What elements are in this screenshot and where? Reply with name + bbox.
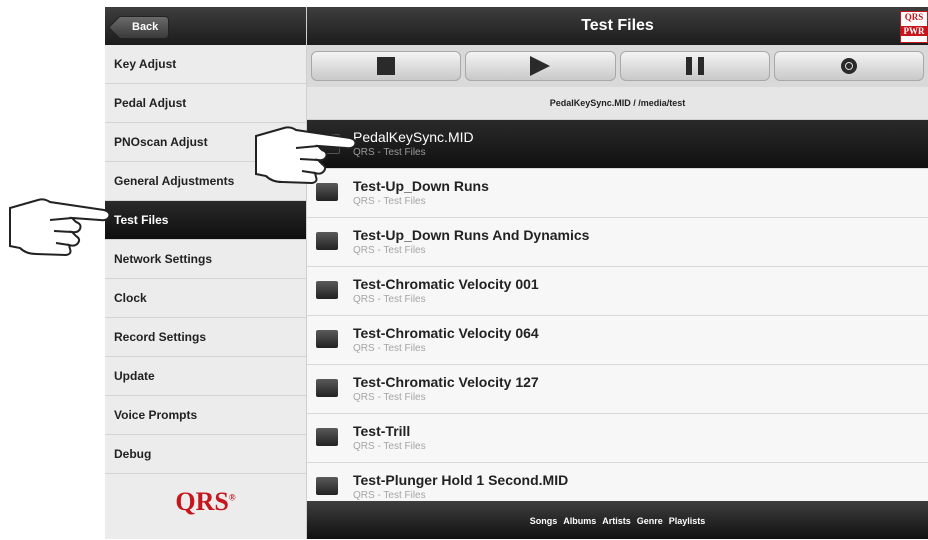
sidebar-item-update[interactable]: Update xyxy=(105,357,306,396)
file-row[interactable]: Test-Chromatic Velocity 127 QRS - Test Fi… xyxy=(307,365,928,414)
back-button[interactable]: Back xyxy=(117,16,170,39)
file-list: PedalKeySync.MID QRS - Test Files Test-Up_… xyxy=(307,120,928,512)
title-bar: Test Files QRS PWR xyxy=(307,7,928,45)
file-row[interactable]: Test-Trill QRS - Test Files xyxy=(307,414,928,463)
back-button-label: Back xyxy=(132,21,159,33)
file-title: PedalKeySync.MID xyxy=(353,129,474,145)
file-title: Test-Chromatic Velocity 001 xyxy=(353,276,539,292)
page-title: Test Files xyxy=(581,17,654,34)
bottom-tab-bar: Songs Albums Artists Genre Playlists xyxy=(307,501,928,539)
sidebar-item-network-settings[interactable]: Network Settings xyxy=(105,240,306,279)
stop-icon xyxy=(377,57,396,75)
pointing-hand-icon xyxy=(255,126,357,185)
file-thumbnail-icon xyxy=(316,330,338,348)
pointing-hand-icon xyxy=(9,198,111,257)
play-icon xyxy=(530,56,551,76)
tab-songs[interactable]: Songs xyxy=(530,516,558,526)
file-title: Test-Chromatic Velocity 127 xyxy=(353,374,539,390)
qrs-logo: QRS® xyxy=(175,487,236,516)
play-button[interactable] xyxy=(465,51,616,81)
app-window: Back Key Adjust Pedal Adjust PNOscan Adjus… xyxy=(105,7,928,539)
file-row[interactable]: Test-Chromatic Velocity 001 QRS - Test Fi… xyxy=(307,267,928,316)
file-row[interactable]: Test-Up_Down Runs QRS - Test Files xyxy=(307,169,928,218)
volume-button[interactable] xyxy=(773,51,924,81)
file-row[interactable]: PedalKeySync.MID QRS - Test Files xyxy=(307,120,928,169)
file-title: Test-Up_Down Runs And Dynamics xyxy=(353,227,590,243)
file-subtitle: QRS - Test Files xyxy=(353,392,426,403)
file-thumbnail-icon xyxy=(316,281,338,299)
sidebar-item-key-adjust[interactable]: Key Adjust xyxy=(105,45,306,84)
pause-button[interactable] xyxy=(619,51,770,81)
tab-genre[interactable]: Genre xyxy=(637,516,663,526)
file-subtitle: QRS - Test Files xyxy=(353,147,426,158)
file-thumbnail-icon xyxy=(316,428,338,446)
file-subtitle: QRS - Test Files xyxy=(353,245,426,256)
file-subtitle: QRS - Test Files xyxy=(353,441,426,452)
file-title: Test-Chromatic Velocity 064 xyxy=(353,325,539,341)
file-title: Test-Up_Down Runs xyxy=(353,178,489,194)
sidebar-menu: Key Adjust Pedal Adjust PNOscan Adjust Gene… xyxy=(105,45,306,474)
tab-artists[interactable]: Artists xyxy=(602,516,631,526)
file-title: Test-Plunger Hold 1 Second.MID xyxy=(353,472,569,488)
file-title: Test-Trill xyxy=(353,423,411,439)
tab-playlists[interactable]: Playlists xyxy=(669,516,706,526)
pause-icon xyxy=(685,57,704,75)
sidebar-item-test-files[interactable]: Test Files xyxy=(105,201,306,240)
sidebar-item-voice-prompts[interactable]: Voice Prompts xyxy=(105,396,306,435)
sidebar-item-debug[interactable]: Debug xyxy=(105,435,306,474)
sidebar-item-record-settings[interactable]: Record Settings xyxy=(105,318,306,357)
file-subtitle: QRS - Test Files xyxy=(353,196,426,207)
file-subtitle: QRS - Test Files xyxy=(353,490,426,501)
playback-controls xyxy=(307,45,928,87)
main-panel: Test Files QRS PWR PedalKeySync.MID / /m… xyxy=(307,7,928,539)
sidebar-header: Back xyxy=(105,7,306,45)
now-playing-path: PedalKeySync.MID / /media/test xyxy=(307,87,928,120)
file-row[interactable]: Test-Chromatic Velocity 064 QRS - Test Fi… xyxy=(307,316,928,365)
tab-albums[interactable]: Albums xyxy=(563,516,596,526)
file-subtitle: QRS - Test Files xyxy=(353,343,426,354)
file-thumbnail-icon xyxy=(316,477,338,495)
file-thumbnail-icon xyxy=(316,232,338,250)
sidebar: Back Key Adjust Pedal Adjust PNOscan Adjus… xyxy=(105,7,307,539)
sidebar-item-clock[interactable]: Clock xyxy=(105,279,306,318)
stop-button[interactable] xyxy=(311,51,462,81)
file-thumbnail-icon xyxy=(316,379,338,397)
volume-icon xyxy=(840,58,857,74)
file-row[interactable]: Test-Up_Down Runs And Dynamics QRS - Test… xyxy=(307,218,928,267)
qrs-pwr-logo: QRS PWR xyxy=(900,11,928,43)
file-subtitle: QRS - Test Files xyxy=(353,294,426,305)
